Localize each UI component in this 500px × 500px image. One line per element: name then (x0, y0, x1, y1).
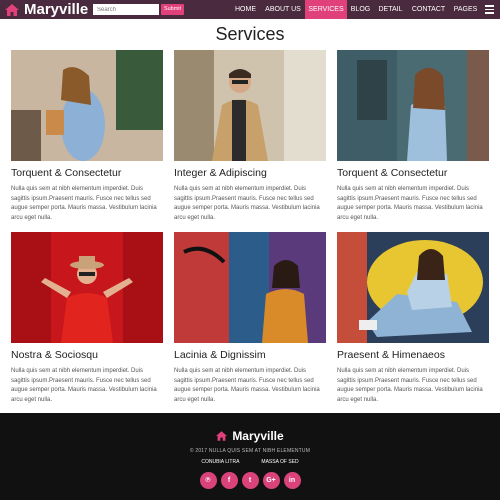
footer-link-massa-of-sed[interactable]: MASSA OF SED (261, 459, 298, 465)
nav-services[interactable]: SERVICES (305, 0, 347, 19)
service-card-title: Nostra & Sociosqu (11, 349, 98, 361)
service-photo[interactable] (337, 50, 489, 161)
service-card-title: Integer & Adipiscing (174, 167, 267, 179)
facebook-icon[interactable]: f (220, 472, 238, 489)
service-card-text: Nulla quis sem at nibh elementum imperdi… (11, 186, 157, 222)
service-card-title: Torquent & Consectetur (11, 167, 122, 179)
home-icon (216, 431, 228, 441)
service-card: Torquent & Consectetur Nulla quis sem at… (337, 50, 489, 224)
service-card-text: Nulla quis sem at nibh elementum imperdi… (337, 186, 483, 222)
pinterest-icon[interactable]: ℗ (199, 472, 217, 489)
service-card-text: Nulla quis sem at nibh elementum imperdi… (174, 368, 320, 404)
service-card-text: Nulla quis sem at nibh elementum imperdi… (337, 368, 483, 404)
nav-home[interactable]: HOME (230, 0, 261, 19)
search-input[interactable] (93, 4, 159, 15)
service-card-title: Lacinia & Dignissim (174, 349, 266, 361)
footer-links: CONUBIA LITRA MASSA OF SED (0, 459, 500, 465)
search-submit-button[interactable]: Submit (161, 4, 184, 15)
linkedin-icon[interactable]: in (283, 472, 301, 489)
service-photo[interactable] (174, 50, 326, 161)
footer-brand[interactable]: Maryville (0, 429, 500, 443)
nav-detail[interactable]: DETAIL (374, 0, 407, 19)
nav-contact[interactable]: CONTACT (407, 0, 450, 19)
hamburger-menu-icon[interactable] (485, 5, 494, 14)
page-title: Services (215, 24, 285, 44)
nav-pages[interactable]: PAGES (450, 0, 481, 19)
service-photo[interactable] (11, 50, 163, 161)
service-card: Praesent & Himenaeos Nulla quis sem at n… (337, 232, 489, 406)
service-card: Torquent & Consectetur Nulla quis sem at… (11, 50, 163, 224)
service-photo[interactable] (337, 232, 489, 343)
top-navbar: Maryville Submit HOME ABOUT US SERVICES … (0, 0, 500, 19)
service-card-text: Nulla quis sem at nibh elementum imperdi… (174, 186, 320, 222)
home-icon (5, 3, 19, 16)
copyright-text: © 2017 NULLA QUIS SEM AT NIBH ELEMENTUM (189, 448, 311, 454)
service-photo[interactable] (11, 232, 163, 343)
service-card: Lacinia & Dignissim Nulla quis sem at ni… (174, 232, 326, 406)
service-card: Integer & Adipiscing Nulla quis sem at n… (174, 50, 326, 224)
nav-about-us[interactable]: ABOUT US (261, 0, 305, 19)
service-card-title: Praesent & Himenaeos (337, 349, 445, 361)
nav-blog[interactable]: BLOG (347, 0, 374, 19)
brand-name: Maryville (24, 1, 89, 18)
footer-brand-name: Maryville (232, 429, 284, 443)
brand-logo[interactable]: Maryville (5, 0, 88, 19)
social-links: ℗ f t G+ in (0, 472, 500, 489)
twitter-icon[interactable]: t (241, 472, 259, 489)
google-plus-icon[interactable]: G+ (262, 472, 280, 489)
service-photo[interactable] (174, 232, 326, 343)
site-footer: Maryville © 2017 NULLA QUIS SEM AT NIBH … (0, 413, 500, 500)
footer-link-conubia-litra[interactable]: CONUBIA LITRA (201, 459, 239, 465)
service-card: Nostra & Sociosqu Nulla quis sem at nibh… (11, 232, 163, 406)
service-card-title: Torquent & Consectetur (337, 167, 448, 179)
service-card-text: Nulla quis sem at nibh elementum imperdi… (11, 368, 157, 404)
